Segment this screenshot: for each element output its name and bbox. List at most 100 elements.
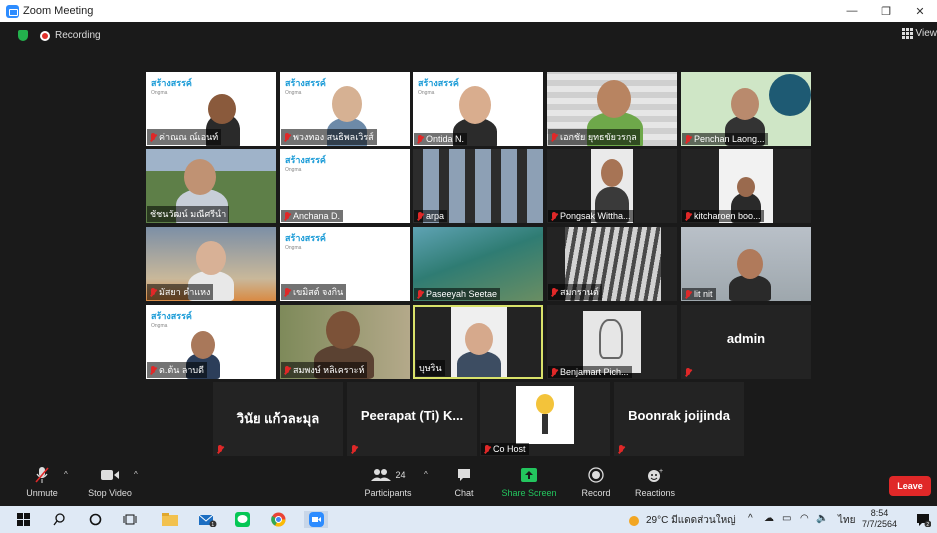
notification-center-icon[interactable]: 2: [914, 511, 932, 528]
participant-display-name: วินัย แก้วละมุล: [236, 411, 320, 426]
wifi-icon[interactable]: ◠: [800, 513, 809, 524]
input-language[interactable]: ไทย: [838, 513, 855, 528]
stop-video-button[interactable]: Stop Video: [86, 466, 134, 498]
participant-tile[interactable]: สมกรานต์: [547, 227, 677, 301]
security-shield-icon[interactable]: [18, 30, 28, 41]
participant-tile[interactable]: สร้างสรรค์ Ongma ด.ต้น ลาบดี: [146, 305, 276, 379]
participant-tile[interactable]: Co Host: [480, 382, 610, 456]
search-icon[interactable]: [50, 511, 68, 528]
reactions-button[interactable]: + Reactions: [632, 466, 678, 498]
participant-tile[interactable]: สร้างสรรค์ Ongma Anchana D.: [280, 149, 410, 223]
windows-start-icon[interactable]: [14, 511, 32, 528]
share-screen-label: Share Screen: [501, 488, 557, 498]
record-label: Record: [581, 488, 611, 498]
participant-tile[interactable]: สร้างสรรค์ Ongma Ontida N.: [413, 72, 543, 146]
view-label: View: [915, 28, 937, 39]
participant-name: บุษริน: [419, 363, 442, 373]
participant-tile[interactable]: ชัชนวัฒน์ มณีศรีนำ: [146, 149, 276, 223]
file-explorer-icon[interactable]: [160, 511, 180, 528]
window-title: Zoom Meeting: [23, 5, 94, 17]
weather-widget[interactable]: 29°C มีแดดส่วนใหญ่: [628, 513, 736, 528]
logo-icon: สร้างสรรค์ Ongma: [151, 311, 192, 329]
participant-tile[interactable]: เอกชัย ยุทธขัยวรกุล: [547, 72, 677, 146]
audio-options-chevron-icon[interactable]: ^: [64, 470, 68, 479]
participants-button[interactable]: 24 Participants: [360, 466, 416, 498]
smiley-reaction-icon: +: [648, 468, 663, 482]
logo-icon: สร้างสรรค์ Ongma: [151, 78, 192, 96]
reactions-label: Reactions: [634, 488, 676, 498]
participant-tile[interactable]: สร้างสรรค์ Ongma เขมิสต์ จงกิน: [280, 227, 410, 301]
muted-mic-icon: [551, 211, 557, 221]
participant-name: kitcharoen boo...: [694, 211, 761, 221]
share-screen-button[interactable]: Share Screen: [500, 466, 558, 498]
participant-tile[interactable]: Paseeyah Seetae: [413, 227, 543, 301]
participant-tile-active-speaker[interactable]: บุษริน: [413, 305, 543, 379]
view-button[interactable]: View: [901, 28, 937, 39]
participant-tile[interactable]: kitcharoen boo...: [681, 149, 811, 223]
muted-mic-icon: [150, 365, 156, 375]
video-options-chevron-icon[interactable]: ^: [134, 470, 138, 479]
participant-name: เอกชัย ยุทธขัยวรกุล: [560, 132, 637, 142]
participant-name: มัสยา คำแหง: [159, 287, 211, 297]
minimize-button[interactable]: —: [835, 5, 869, 18]
participant-name: เขมิสต์ จงกิน: [293, 287, 344, 297]
close-button[interactable]: ✕: [903, 5, 937, 18]
recording-indicator[interactable]: Recording: [18, 30, 101, 41]
participant-name: Ontida N.: [426, 134, 465, 144]
participant-display-name: admin: [726, 331, 766, 346]
muted-mic-icon: [551, 132, 557, 142]
muted-mic-icon: [417, 289, 423, 299]
participant-tile[interactable]: Benjamart Pich...: [547, 305, 677, 379]
participant-tile[interactable]: สร้างสรรค์ Ongma ค่าณณ ณ์เอนท์: [146, 72, 276, 146]
muted-mic-icon: [551, 367, 557, 377]
muted-mic-icon: [351, 445, 357, 454]
participant-name: Penchan Laong...: [694, 134, 765, 144]
participant-tile[interactable]: Peerapat (Ti) K...: [347, 382, 477, 456]
title-bar: Zoom Meeting — ❐ ✕: [0, 0, 937, 22]
participant-tile[interactable]: arpa: [413, 149, 543, 223]
notification-count: 2: [926, 522, 929, 527]
logo-icon: สร้างสรรค์ Ongma: [285, 233, 326, 251]
muted-mic-icon: [284, 287, 290, 297]
battery-icon[interactable]: ▭: [782, 513, 791, 524]
participants-options-chevron-icon[interactable]: ^: [424, 470, 428, 479]
task-view-icon[interactable]: [120, 511, 140, 528]
logo-text: สร้างสรรค์: [418, 78, 459, 88]
logo-text: สร้างสรรค์: [285, 155, 326, 165]
leave-button[interactable]: Leave: [889, 476, 931, 496]
participant-tile[interactable]: admin: [681, 305, 811, 379]
chrome-icon[interactable]: [268, 511, 288, 528]
clock[interactable]: 8:54 7/7/2564: [862, 508, 897, 530]
logo-icon: สร้างสรรค์ Ongma: [285, 155, 326, 173]
muted-mic-icon: [150, 287, 156, 297]
line-app-icon[interactable]: [232, 511, 252, 528]
muted-mic-icon: [551, 287, 557, 297]
participant-display-name: Peerapat (Ti) K...: [360, 408, 464, 423]
onedrive-icon[interactable]: ☁: [764, 513, 774, 524]
participant-tile[interactable]: lit nit: [681, 227, 811, 301]
unmute-button[interactable]: Unmute: [22, 466, 62, 498]
participant-tile[interactable]: Boonrak joijinda: [614, 382, 744, 456]
chat-button[interactable]: Chat: [448, 466, 480, 498]
participant-name: Pongsak Wittha...: [560, 211, 631, 221]
muted-mic-icon: [284, 132, 290, 142]
participant-tile[interactable]: วินัย แก้วละมุล: [213, 382, 343, 456]
participant-tile[interactable]: มัสยา คำแหง: [146, 227, 276, 301]
mail-icon[interactable]: 1: [196, 511, 220, 528]
record-dot-icon: [40, 30, 50, 41]
participant-tile[interactable]: Penchan Laong...: [681, 72, 811, 146]
restore-button[interactable]: ❐: [869, 5, 903, 18]
participant-tile[interactable]: สร้างสรรค์ Ongma พวงทอง สนธิพลเวิรส์: [280, 72, 410, 146]
cortana-icon[interactable]: [86, 511, 104, 528]
volume-icon[interactable]: 🔈: [816, 513, 828, 524]
participant-name: Co Host: [493, 444, 526, 454]
record-button[interactable]: Record: [578, 466, 614, 498]
zoom-taskbar-icon[interactable]: [304, 511, 328, 528]
muted-mic-icon: [284, 211, 290, 221]
participant-tile[interactable]: Pongsak Wittha...: [547, 149, 677, 223]
tray-chevron-icon[interactable]: ^: [748, 513, 753, 524]
muted-mic-icon: [417, 134, 423, 144]
participant-tile[interactable]: สมพงษ์ หลิเคราะห์: [280, 305, 410, 379]
clock-date: 7/7/2564: [862, 519, 898, 529]
participant-name: lit nit: [694, 289, 713, 299]
